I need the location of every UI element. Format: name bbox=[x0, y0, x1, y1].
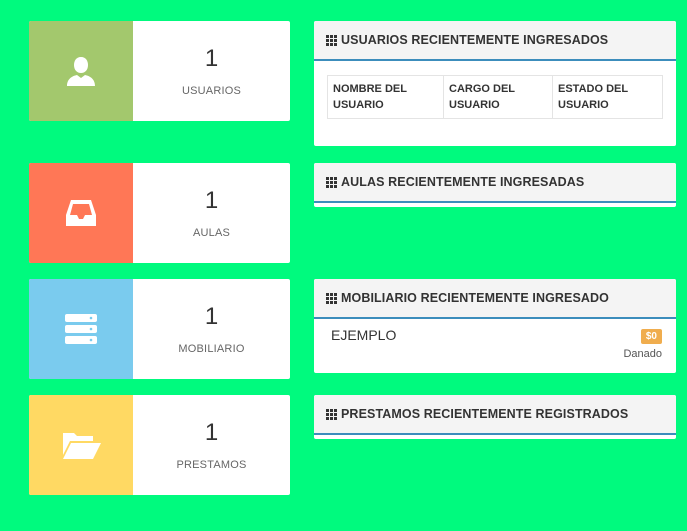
stat-count-prestamos: 1 bbox=[204, 419, 219, 446]
stat-body-aulas: 1 AULAS bbox=[133, 163, 290, 263]
column-header-status: ESTADO DEL USUARIO bbox=[552, 75, 663, 119]
stat-card-aulas[interactable]: 1 AULAS bbox=[29, 163, 290, 263]
panel-title-furniture: MOBILIARIO RECIENTEMENTE INGRESADO bbox=[341, 291, 609, 305]
table-header-row: NOMBRE DEL USUARIO CARGO DEL USUARIO EST… bbox=[327, 75, 663, 119]
furniture-item-name[interactable]: EJEMPLO bbox=[331, 327, 396, 343]
users-table: NOMBRE DEL USUARIO CARGO DEL USUARIO EST… bbox=[327, 75, 663, 119]
stat-count-mobiliario: 1 bbox=[204, 303, 219, 330]
stat-card-prestamos[interactable]: 1 PRESTAMOS bbox=[29, 395, 290, 495]
stat-count-aulas: 1 bbox=[204, 187, 219, 214]
panel-recent-loans: PRESTAMOS RECIENTEMENTE REGISTRADOS bbox=[314, 395, 676, 439]
panel-header-users: USUARIOS RECIENTEMENTE INGRESADOS bbox=[314, 21, 676, 61]
stat-body-mobiliario: 1 MOBILIARIO bbox=[133, 279, 290, 379]
stat-label-mobiliario: MOBILIARIO bbox=[178, 343, 245, 355]
stat-card-usuarios[interactable]: 1 USUARIOS bbox=[29, 21, 290, 121]
stat-body-prestamos: 1 PRESTAMOS bbox=[133, 395, 290, 495]
inbox-icon bbox=[66, 200, 96, 226]
folder-open-icon bbox=[63, 433, 101, 459]
panel-title-rooms: AULAS RECIENTEMENTE INGRESADAS bbox=[341, 175, 585, 189]
stat-count-usuarios: 1 bbox=[204, 45, 219, 72]
panel-header-loans: PRESTAMOS RECIENTEMENTE REGISTRADOS bbox=[314, 395, 676, 435]
grid-icon bbox=[326, 408, 337, 420]
panel-recent-furniture: MOBILIARIO RECIENTEMENTE INGRESADO EJEMP… bbox=[314, 279, 676, 373]
server-icon bbox=[65, 314, 97, 344]
panel-title-users: USUARIOS RECIENTEMENTE INGRESADOS bbox=[341, 33, 609, 47]
user-icon bbox=[67, 57, 95, 86]
grid-icon bbox=[326, 176, 337, 188]
furniture-item-status: Danado bbox=[623, 348, 662, 360]
stat-label-usuarios: USUARIOS bbox=[181, 85, 242, 97]
stat-label-prestamos: PRESTAMOS bbox=[176, 459, 247, 471]
stat-icon-box-mobiliario bbox=[29, 279, 133, 379]
column-header-name: NOMBRE DEL USUARIO bbox=[327, 75, 444, 119]
stat-icon-box-aulas bbox=[29, 163, 133, 263]
grid-icon bbox=[326, 34, 337, 46]
stat-icon-box-prestamos bbox=[29, 395, 133, 495]
panel-recent-rooms: AULAS RECIENTEMENTE INGRESADAS bbox=[314, 163, 676, 207]
list-item[interactable]: EJEMPLO $0 Danado bbox=[314, 319, 676, 369]
stat-label-aulas: AULAS bbox=[192, 227, 231, 239]
panel-recent-users: USUARIOS RECIENTEMENTE INGRESADOS NOMBRE… bbox=[314, 21, 676, 146]
stat-icon-box-usuarios bbox=[29, 21, 133, 121]
panel-header-rooms: AULAS RECIENTEMENTE INGRESADAS bbox=[314, 163, 676, 203]
column-header-role: CARGO DEL USUARIO bbox=[443, 75, 553, 119]
price-badge: $0 bbox=[640, 329, 662, 344]
grid-icon bbox=[326, 292, 337, 304]
stat-body-usuarios: 1 USUARIOS bbox=[133, 21, 290, 121]
panel-title-loans: PRESTAMOS RECIENTEMENTE REGISTRADOS bbox=[341, 407, 629, 421]
stat-card-mobiliario[interactable]: 1 MOBILIARIO bbox=[29, 279, 290, 379]
panel-header-furniture: MOBILIARIO RECIENTEMENTE INGRESADO bbox=[314, 279, 676, 319]
